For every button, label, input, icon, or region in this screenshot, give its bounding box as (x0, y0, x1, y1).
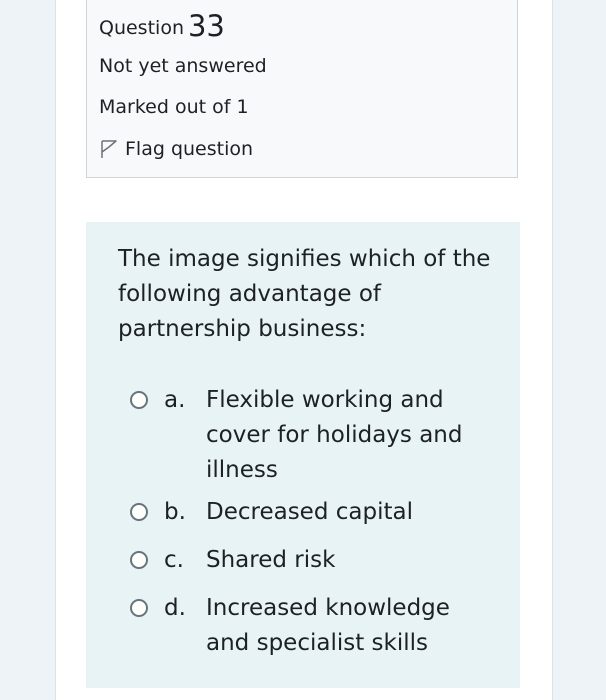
question-label: Question (99, 17, 184, 39)
option-letter: b. (164, 499, 186, 525)
question-grade: Marked out of 1 (99, 96, 249, 118)
option-text: Decreased capital (206, 499, 413, 525)
option-text: Shared risk (206, 547, 336, 573)
option-letter: d. (164, 595, 186, 621)
flag-icon (101, 140, 117, 158)
question-number: 33 (187, 9, 225, 43)
question-title: Question 33 (99, 11, 225, 41)
question-info-panel: Question 33 Not yet answered Marked out o… (86, 0, 518, 178)
flag-question-label: Flag question (125, 138, 254, 160)
radio-button-c[interactable] (130, 551, 148, 569)
option-letter: a. (164, 387, 186, 413)
option-letter: c. (164, 547, 184, 573)
question-text: The image signifies which of the followi… (118, 246, 491, 342)
question-formulation: The image signifies which of the followi… (86, 222, 520, 688)
option-text: Flexible working and cover for holidays … (206, 387, 463, 483)
flag-question-link[interactable]: Flag question (99, 138, 253, 160)
radio-button-b[interactable] (130, 503, 148, 521)
radio-button-a[interactable] (130, 391, 148, 409)
question-state: Not yet answered (99, 55, 267, 77)
option-text: Increased knowledge and specialist skill… (206, 595, 450, 656)
radio-button-d[interactable] (130, 599, 148, 617)
